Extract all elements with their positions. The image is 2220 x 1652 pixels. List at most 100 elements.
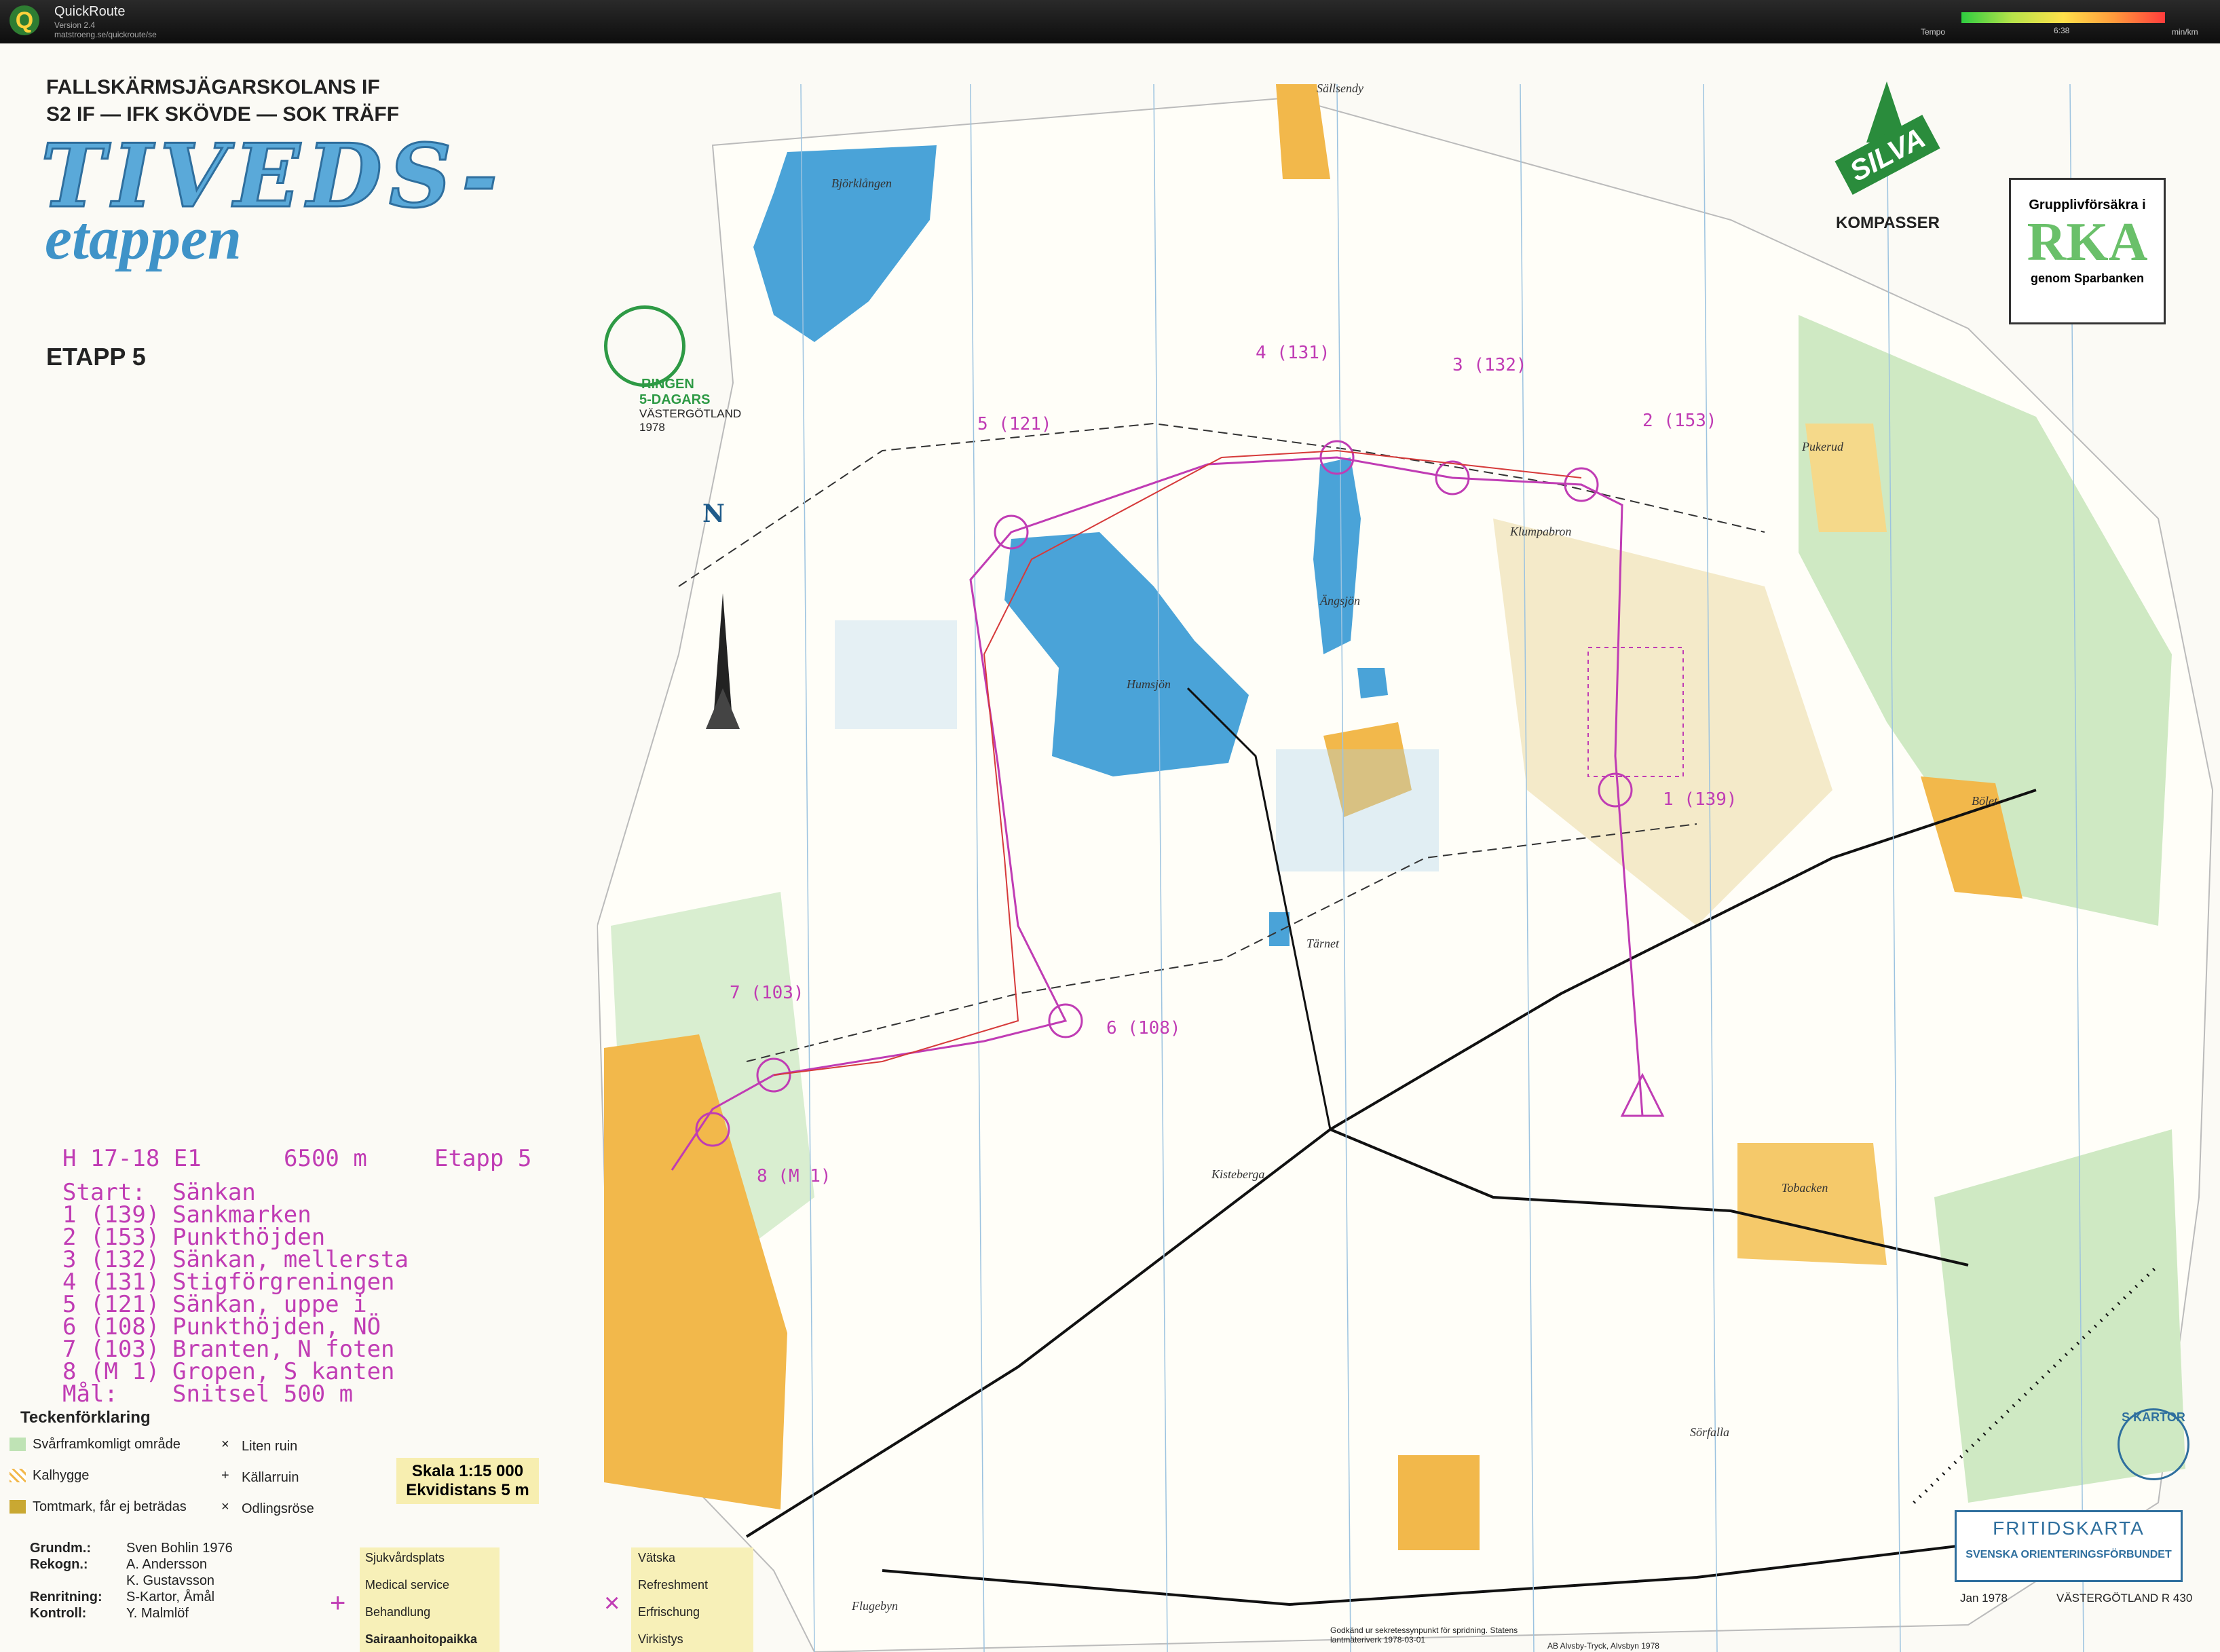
legend-item: Tomtmark, får ej beträdas [33, 1499, 187, 1514]
approval-note: Godkänd ur sekretessynpunkt för spridnin… [1330, 1626, 1518, 1645]
course-line-desc: Snitsel 500 m [172, 1381, 354, 1408]
control-label-4: 4 (131) [1256, 343, 1330, 363]
course-line-num: Mål: [62, 1381, 118, 1408]
course-line-num: 6 (108) [62, 1313, 160, 1340]
label-kisteberga: Kisteberga [1211, 1167, 1265, 1181]
app-titlebar: Q QuickRoute Version 2.4 matstroeng.se/q… [0, 0, 2220, 43]
rka-logo: RKA [2027, 212, 2148, 272]
credit-label: Kontroll: [30, 1606, 87, 1621]
label-humsjon: Humsjön [1127, 677, 1171, 691]
course-line-desc: Gropen, S kanten [172, 1358, 395, 1385]
course-line-desc: Stigförgreningen [172, 1269, 395, 1296]
medical-text: Sjukvårdsplats [365, 1551, 445, 1564]
control-label-2: 2 (153) [1642, 411, 1717, 431]
app-url: matstroeng.se/quickroute/se [54, 30, 157, 39]
ringen-logo-icon [604, 305, 685, 387]
credit-label: Rekogn.: [30, 1557, 88, 1572]
medical-text: Behandlung [365, 1605, 431, 1619]
control-label-7: 7 (103) [730, 983, 804, 1003]
control-label-5: 5 (121) [977, 414, 1052, 434]
course-line-num: 2 (153) [62, 1224, 160, 1251]
club-line-2: S2 IF — IFK SKÖVDE — SOK TRÄFF [46, 103, 400, 126]
stage-label: ETAPP 5 [46, 343, 146, 371]
control-label-1: 1 (139) [1663, 789, 1737, 810]
legend-item: Källarruin [242, 1470, 299, 1485]
ringen-line-1: RINGEN [641, 377, 694, 392]
label-bjorklangen: Björklången [831, 176, 892, 190]
course-header-length: 6500 m [284, 1145, 367, 1172]
open-land-tobacken [1737, 1143, 1887, 1265]
fritidskarta-title: FRITIDSKARTA [1993, 1518, 2145, 1539]
tempo-value: 6:38 [2054, 26, 2070, 35]
credit-value: K. Gustavsson [126, 1573, 215, 1588]
label-sorfalla: Sörfalla [1690, 1425, 1730, 1439]
tempo-unit: min/km [2172, 27, 2198, 37]
label-sallsendy: Sällsendy [1317, 81, 1363, 95]
ringen-line-4: 1978 [639, 421, 665, 434]
legend-swatch-green [10, 1438, 26, 1451]
course-line-num: Start: [62, 1179, 146, 1206]
printer-note: AB Alvsby-Tryck, Alvsbyn 1978 [1547, 1641, 1659, 1651]
course-line-num: 1 (139) [62, 1201, 160, 1228]
course-line-desc: Sankmarken [172, 1201, 312, 1228]
s-kartor-badge: S KARTOR [2118, 1408, 2189, 1480]
credit-value: Y. Malmlöf [126, 1606, 189, 1621]
course-header-stage: Etapp 5 [434, 1145, 532, 1172]
fritidskarta-date: Jan 1978 [1960, 1592, 2008, 1604]
control-label-8: 8 (M 1) [757, 1166, 831, 1186]
north-label: N [702, 500, 725, 528]
scale-box: Skala 1:15 000 Ekvidistans 5 m [396, 1458, 539, 1504]
refreshment-text: Erfrischung [638, 1605, 700, 1619]
label-klumpabron: Klumpabron [1510, 525, 1572, 538]
course-line-desc: Sänkan, mellersta [172, 1246, 409, 1273]
app-name: QuickRoute [54, 4, 126, 19]
legend-item: Liten ruin [242, 1439, 298, 1454]
refreshment-text: Refreshment [638, 1578, 709, 1592]
legend-title: Teckenförklaring [20, 1408, 151, 1427]
label-pukerud: Pukerud [1802, 440, 1843, 453]
label-tarnet: Tärnet [1306, 937, 1340, 950]
course-line-desc: Branten, N foten [172, 1336, 395, 1363]
control-label-3: 3 (132) [1452, 355, 1527, 375]
orienteering-map[interactable] [0, 43, 2220, 1652]
label-tobacken: Tobacken [1782, 1181, 1828, 1195]
map-subtitle: etappen [45, 205, 242, 272]
label-bolet: Bölet [1972, 794, 1997, 808]
medical-text: Sairaanhoitopaikka [365, 1632, 478, 1646]
pond-small [1357, 668, 1388, 698]
open-land-sallsendy [1276, 84, 1330, 179]
pond-tarnet [1269, 912, 1290, 946]
tempo-color-scale[interactable] [1961, 12, 2165, 23]
course-line-num: 5 (121) [62, 1291, 160, 1318]
fritidskarta-federation: SVENSKA ORIENTERINGSFÖRBUNDET [1965, 1549, 2172, 1560]
legend-symbol-x-icon: × [221, 1437, 229, 1452]
tempo-label: Tempo [1921, 27, 1946, 37]
legend-item: Kalhygge [33, 1468, 90, 1483]
course-line-desc: Sänkan, uppe i [172, 1291, 367, 1318]
course-line-desc: Punkthöjden, NÖ [172, 1313, 381, 1340]
course-line-num: 4 (131) [62, 1269, 160, 1296]
control-label-6: 6 (108) [1106, 1018, 1181, 1038]
legend-item: Svårframkomligt område [33, 1437, 181, 1452]
app-version: Version 2.4 [54, 20, 96, 30]
ringen-line-2: 5-DAGARS [639, 392, 711, 407]
legend-swatch-clearing [10, 1469, 26, 1482]
credit-label: Renritning: [30, 1590, 102, 1604]
silva-kompasser: KOMPASSER [1836, 214, 1940, 232]
rka-line-3: genom Sparbanken [2030, 271, 2145, 285]
credit-value: Sven Bohlin 1976 [126, 1541, 233, 1556]
marsh-area [1276, 749, 1439, 871]
fritidskarta-box: FRITIDSKARTA SVENSKA ORIENTERINGSFÖRBUND… [1955, 1510, 2183, 1582]
refreshment-text: Vätska [638, 1551, 676, 1564]
medical-text: Medical service [365, 1578, 450, 1592]
course-line-desc: Punkthöjden [172, 1224, 326, 1251]
credit-label: Grundm.: [30, 1541, 91, 1556]
open-land-south [1398, 1455, 1480, 1550]
course-line-num: 8 (M 1) [62, 1358, 160, 1385]
rka-line-1: Grupplivförsäkra i [2029, 198, 2146, 212]
quickroute-logo-icon: Q [10, 5, 39, 35]
fritidskarta-region: VÄSTERGÖTLAND R 430 [2056, 1592, 2193, 1604]
credit-value: A. Andersson [126, 1557, 207, 1572]
course-line-num: 3 (132) [62, 1246, 160, 1273]
legend-item: Odlingsröse [242, 1501, 314, 1516]
